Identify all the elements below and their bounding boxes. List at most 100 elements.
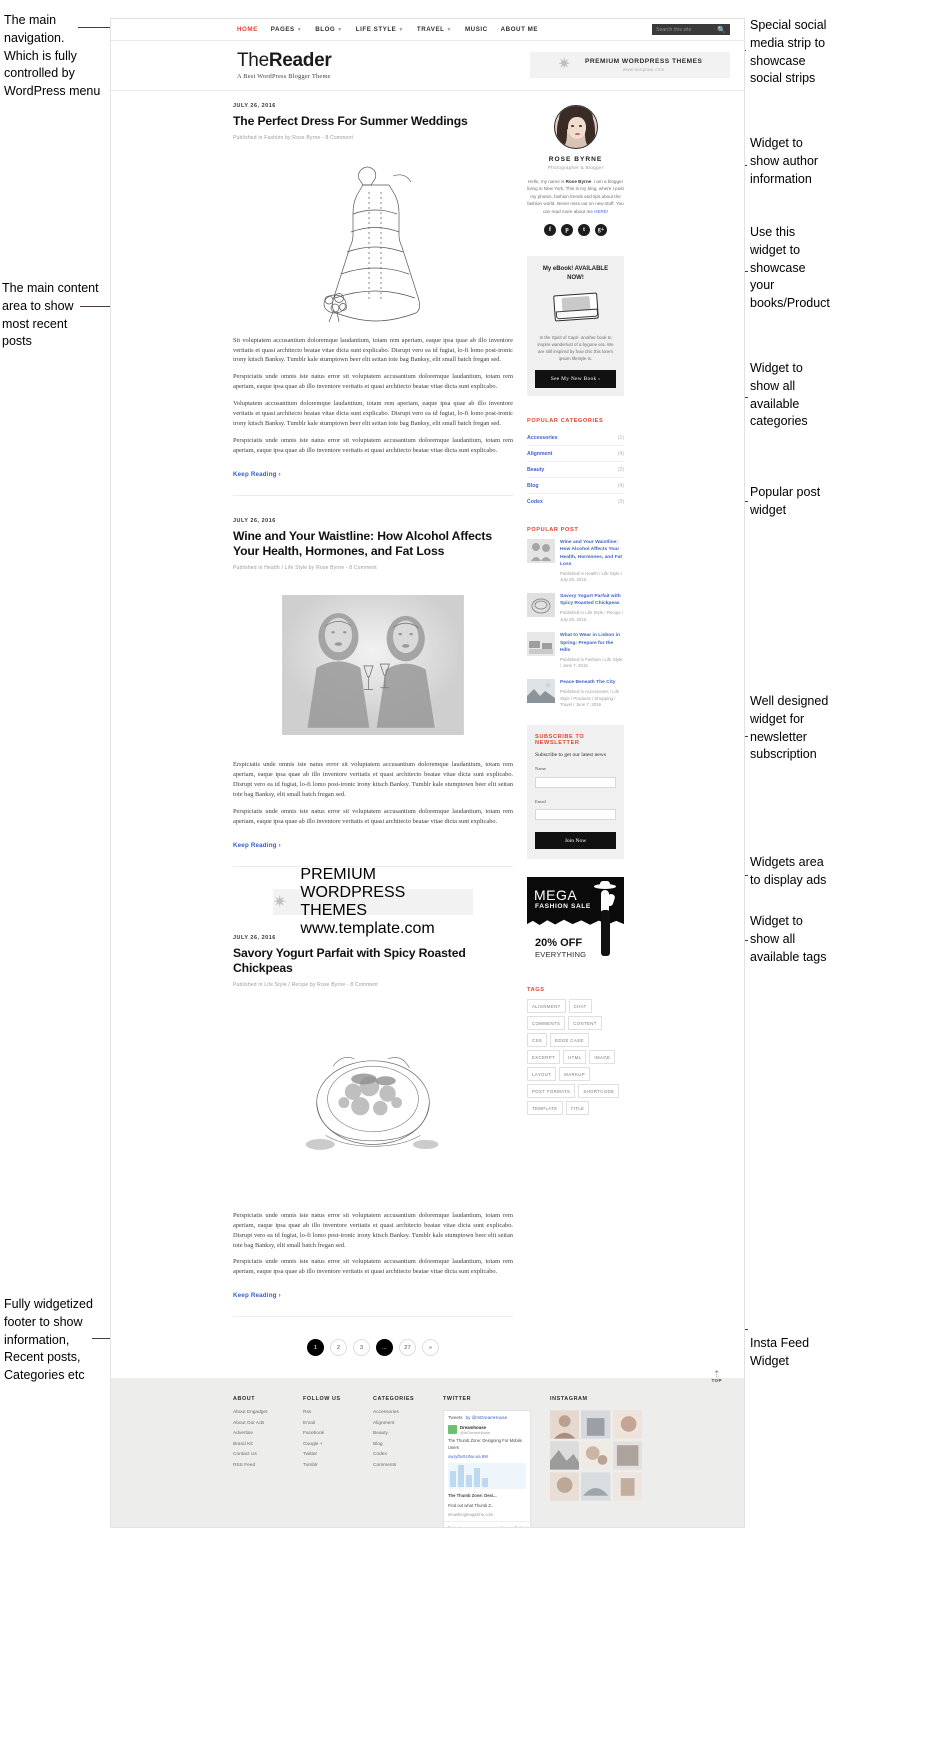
category-name: Beauty	[527, 466, 545, 473]
popular-post-meta: Published in Health / Life Style / July …	[560, 570, 622, 583]
instagram-photo[interactable]	[581, 1441, 611, 1471]
see-my-new-book-button[interactable]: See My New Book ›	[535, 370, 616, 389]
footer-link[interactable]: Advertise	[233, 1431, 291, 1436]
footer-link[interactable]: Contact Us	[233, 1452, 291, 1457]
category-row[interactable]: Codex (3)	[527, 494, 624, 509]
instagram-photo[interactable]	[612, 1472, 642, 1502]
instagram-photo[interactable]	[581, 1410, 611, 1440]
twitter-icon[interactable]: t	[578, 224, 590, 237]
tag-item[interactable]: CONTENT	[568, 1016, 602, 1031]
keep-reading-link[interactable]: Keep Reading ›	[233, 471, 281, 478]
nav-item-travel[interactable]: TRAVEL ▼	[417, 26, 452, 33]
email-field[interactable]	[535, 809, 616, 821]
nav-item-life-style[interactable]: LIFE STYLE ▼	[356, 26, 404, 33]
keep-reading-link[interactable]: Keep Reading ›	[233, 1292, 281, 1299]
tag-item[interactable]: LAYOUT	[527, 1067, 557, 1082]
facebook-icon[interactable]: f	[544, 224, 556, 237]
footer-link[interactable]: Comments	[373, 1463, 431, 1468]
footer-link[interactable]: RSS Feed	[233, 1463, 291, 1468]
popular-post-item[interactable]: Wine and Your Waistline: How Alcohol Aff…	[527, 539, 624, 584]
nav-item-blog[interactable]: BLOG ▼	[315, 26, 343, 33]
pagination: 1 2 3 ... 27 »	[233, 1339, 513, 1357]
post-featured-image[interactable]	[273, 582, 473, 748]
instagram-photo[interactable]	[550, 1441, 580, 1471]
tag-item[interactable]: TITLE	[565, 1101, 590, 1116]
header-ad-banner[interactable]: ✷ PREMIUM WORDPRESS THEMES www.template.…	[530, 52, 730, 78]
tweet-embed-link[interactable]: Embed	[448, 1525, 460, 1527]
back-to-top-button[interactable]: ⇡ TOP	[711, 1370, 722, 1383]
post-featured-image[interactable]	[273, 152, 473, 324]
bio-here-link[interactable]: HERE!	[594, 209, 608, 214]
footer-link[interactable]: Brand Kit	[233, 1442, 291, 1447]
instagram-photo[interactable]	[550, 1472, 580, 1502]
tweet-card-link[interactable]: smashingmagazine.com	[444, 1512, 530, 1521]
tag-item[interactable]: TEMPLATE	[527, 1101, 563, 1116]
search-input[interactable]: Search this site	[656, 27, 714, 33]
tweet-link[interactable]: ow.ly/bvSUNu via 8W	[444, 1454, 530, 1463]
pagination-page-3[interactable]: 3	[353, 1339, 370, 1357]
tag-item[interactable]: POST FORMATS	[527, 1084, 576, 1099]
footer-link[interactable]: Beauty	[373, 1431, 431, 1436]
tag-item[interactable]: SHORTCODE	[578, 1084, 620, 1099]
pagination-page-1[interactable]: 1	[307, 1339, 324, 1357]
category-row[interactable]: Blog (4)	[527, 478, 624, 495]
tag-item[interactable]: CHAT	[568, 999, 592, 1014]
footer-link[interactable]: About Engadget	[233, 1410, 291, 1415]
tag-item[interactable]: EXCERPT	[527, 1050, 561, 1065]
footer-link[interactable]: Accessories	[373, 1410, 431, 1415]
footer-link[interactable]: About Our Ads	[233, 1421, 291, 1426]
nav-item-pages[interactable]: PAGES ▼	[271, 26, 302, 33]
pagination-ellipsis[interactable]: ...	[376, 1339, 393, 1357]
join-now-button[interactable]: Join Now	[535, 832, 616, 850]
search-icon[interactable]: 🔍	[717, 26, 726, 34]
footer-link[interactable]: Tumblr	[303, 1463, 361, 1468]
nav-item-music[interactable]: MUSIC	[465, 26, 488, 33]
tag-item[interactable]: COMMENTS	[527, 1016, 566, 1031]
search-box[interactable]: Search this site 🔍	[652, 24, 730, 35]
name-label: Name	[535, 766, 546, 772]
tag-item[interactable]: HTML	[563, 1050, 587, 1065]
tag-item[interactable]: ALIGNMENT	[527, 999, 566, 1014]
nav-item-about-me[interactable]: ABOUT ME	[501, 26, 538, 33]
site-branding[interactable]: TheReader A Best WordPress Blogger Theme	[237, 50, 332, 80]
tag-item[interactable]: CSS	[527, 1033, 548, 1048]
nav-item-home[interactable]: HOME	[237, 26, 258, 33]
nav-label: BLOG	[315, 26, 336, 33]
footer-link[interactable]: Email	[303, 1421, 361, 1426]
post-title[interactable]: The Perfect Dress For Summer Weddings	[233, 114, 513, 130]
instagram-photo[interactable]	[612, 1410, 642, 1440]
instagram-photo[interactable]	[612, 1441, 642, 1471]
footer-link[interactable]: Blog	[373, 1442, 431, 1447]
pagination-next[interactable]: »	[422, 1339, 439, 1357]
footer-link[interactable]: Facebook	[303, 1431, 361, 1436]
post-title[interactable]: Wine and Your Waistline: How Alcohol Aff…	[233, 529, 513, 560]
pagination-page-27[interactable]: 27	[399, 1339, 416, 1357]
tweets-handle[interactable]: by @InDreamHouse	[466, 1415, 508, 1420]
post-featured-image[interactable]	[273, 999, 473, 1199]
mega-sale-ad-widget[interactable]: MEGA FASHION SALE 20% OFF EVERYTHING	[527, 877, 624, 968]
tag-item[interactable]: EDGE CASE	[550, 1033, 589, 1048]
category-row[interactable]: Alignment (4)	[527, 446, 624, 463]
post-title[interactable]: Savory Yogurt Parfait with Spicy Roasted…	[233, 946, 513, 977]
view-on-twitter-link[interactable]: View on Twitter	[500, 1525, 526, 1527]
popular-post-item[interactable]: Savory Yogurt Parfait with Spicy Roasted…	[527, 593, 624, 623]
google-plus-icon[interactable]: g+	[595, 224, 607, 237]
footer-link[interactable]: Google +	[303, 1442, 361, 1447]
pagination-page-2[interactable]: 2	[330, 1339, 347, 1357]
keep-reading-link[interactable]: Keep Reading ›	[233, 842, 281, 849]
instagram-photo[interactable]	[550, 1410, 580, 1440]
instagram-photo[interactable]	[581, 1472, 611, 1502]
mid-content-ad[interactable]: ✷ PREMIUM WORDPRESS THEMES www.template.…	[273, 866, 473, 937]
footer-link[interactable]: Twitter	[303, 1452, 361, 1457]
popular-post-item[interactable]: Peace Beneath The City Published in Acce…	[527, 679, 624, 709]
tag-item[interactable]: IMAGE	[589, 1050, 616, 1065]
footer-link[interactable]: Alignment	[373, 1421, 431, 1426]
category-row[interactable]: Beauty (2)	[527, 462, 624, 479]
tag-item[interactable]: MARKUP	[559, 1067, 591, 1082]
footer-link[interactable]: Rss	[303, 1410, 361, 1415]
name-field[interactable]	[535, 776, 616, 788]
category-row[interactable]: Accessories (1)	[527, 430, 624, 447]
footer-link[interactable]: Codex	[373, 1452, 431, 1457]
popular-post-item[interactable]: What to Wear in Lisbon in Spring: Prepar…	[527, 632, 624, 670]
pinterest-icon[interactable]: p	[561, 224, 573, 237]
